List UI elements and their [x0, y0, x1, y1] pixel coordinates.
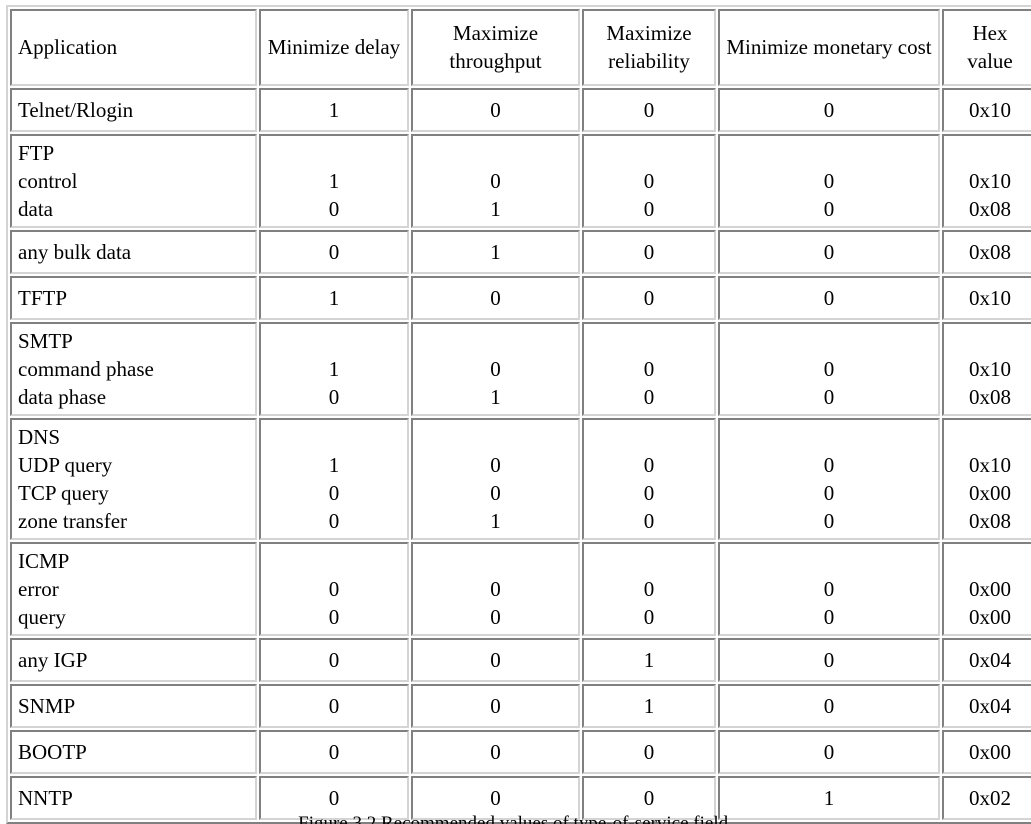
cell-maximize-reliability: 0 0: [582, 134, 716, 228]
column-header-maximize-throughput: Maximize throughput: [411, 9, 580, 86]
table-row: DNS UDP query TCP query zone transfer 1 0…: [10, 418, 1031, 540]
cell-maximize-reliability: 1: [582, 638, 716, 682]
cell-minimize-monetary-cost: 0: [718, 730, 940, 774]
cell-minimize-delay: 1 0: [259, 322, 409, 416]
cell-maximize-reliability: 1: [582, 684, 716, 728]
cell-minimize-delay: 0: [259, 230, 409, 274]
column-header-minimize-monetary-cost: Minimize monetary cost: [718, 9, 940, 86]
cell-minimize-monetary-cost: 0: [718, 684, 940, 728]
type-of-service-table: Application Minimize delay Maximize thro…: [6, 5, 1031, 824]
cell-maximize-throughput: 0 0 1: [411, 418, 580, 540]
table-row: SMTP command phase data phase 1 00 10 00 …: [10, 322, 1031, 416]
cell-maximize-reliability: 0: [582, 230, 716, 274]
cell-minimize-delay: 1: [259, 88, 409, 132]
cell-minimize-delay: 1 0: [259, 134, 409, 228]
cell-maximize-reliability: 0 0: [582, 322, 716, 416]
cell-maximize-reliability: 0 0: [582, 542, 716, 636]
cell-maximize-throughput: 0 0: [411, 542, 580, 636]
cell-maximize-reliability: 0: [582, 88, 716, 132]
column-header-application: Application: [10, 9, 257, 86]
cell-application: Telnet/Rlogin: [10, 88, 257, 132]
cell-minimize-delay: 0: [259, 638, 409, 682]
table-row: any bulk data 0 1 0 0 0x08: [10, 230, 1031, 274]
cell-application: DNS UDP query TCP query zone transfer: [10, 418, 257, 540]
cell-maximize-reliability: 0: [582, 276, 716, 320]
cell-maximize-throughput: 0: [411, 276, 580, 320]
cell-application: SMTP command phase data phase: [10, 322, 257, 416]
cell-hex-value: 0x00 0x00: [942, 542, 1031, 636]
cell-hex-value: 0x10 0x00 0x08: [942, 418, 1031, 540]
cell-hex-value: 0x10 0x08: [942, 134, 1031, 228]
cell-minimize-monetary-cost: 0 0 0: [718, 418, 940, 540]
cell-application: SNMP: [10, 684, 257, 728]
cell-hex-value: 0x04: [942, 684, 1031, 728]
table-row: TFTP 1 0 0 0 0x10: [10, 276, 1031, 320]
cell-hex-value: 0x04: [942, 638, 1031, 682]
table-row: ICMP error query 0 00 00 00 0 0x00 0x00: [10, 542, 1031, 636]
document-page: Application Minimize delay Maximize thro…: [0, 0, 1031, 824]
table-row: any IGP 0 0 1 0 0x04: [10, 638, 1031, 682]
table-body: Application Minimize delay Maximize thro…: [10, 9, 1031, 820]
cell-minimize-delay: 0: [259, 684, 409, 728]
cell-minimize-delay: 0: [259, 730, 409, 774]
cell-minimize-monetary-cost: 0 0: [718, 542, 940, 636]
cell-maximize-throughput: 0 1: [411, 322, 580, 416]
cell-maximize-throughput: 0: [411, 638, 580, 682]
cell-hex-value: 0x08: [942, 230, 1031, 274]
column-header-hex-value: Hex value: [942, 9, 1031, 86]
cell-minimize-monetary-cost: 0 0: [718, 322, 940, 416]
column-header-maximize-reliability: Maximize reliability: [582, 9, 716, 86]
cell-maximize-throughput: 0: [411, 684, 580, 728]
cell-application: any IGP: [10, 638, 257, 682]
table-row: BOOTP 0 0 0 0 0x00: [10, 730, 1031, 774]
cell-minimize-monetary-cost: 0: [718, 638, 940, 682]
cell-application: FTP control data: [10, 134, 257, 228]
table-row: Telnet/Rlogin 1 0 0 0 0x10: [10, 88, 1031, 132]
cell-maximize-reliability: 0 0 0: [582, 418, 716, 540]
column-header-minimize-delay: Minimize delay: [259, 9, 409, 86]
cell-minimize-monetary-cost: 0: [718, 276, 940, 320]
table-row: SNMP 0 0 1 0 0x04: [10, 684, 1031, 728]
table-row: FTP control data 1 00 10 00 0 0x10 0x08: [10, 134, 1031, 228]
cell-minimize-monetary-cost: 0 0: [718, 134, 940, 228]
cell-application: ICMP error query: [10, 542, 257, 636]
cell-minimize-delay: 0 0: [259, 542, 409, 636]
cell-maximize-throughput: 0: [411, 730, 580, 774]
cell-minimize-delay: 1: [259, 276, 409, 320]
cell-hex-value: 0x00: [942, 730, 1031, 774]
cell-application: any bulk data: [10, 230, 257, 274]
cell-minimize-delay: 1 0 0: [259, 418, 409, 540]
cell-minimize-monetary-cost: 0: [718, 230, 940, 274]
table-header-row: Application Minimize delay Maximize thro…: [10, 9, 1031, 86]
cell-maximize-throughput: 1: [411, 230, 580, 274]
cell-hex-value: 0x10: [942, 88, 1031, 132]
cell-application: TFTP: [10, 276, 257, 320]
figure-caption: Figure 3.2 Recommended values of type-of…: [298, 813, 733, 824]
cell-hex-value: 0x10 0x08: [942, 322, 1031, 416]
cell-maximize-throughput: 0 1: [411, 134, 580, 228]
cell-maximize-reliability: 0: [582, 730, 716, 774]
cell-maximize-throughput: 0: [411, 88, 580, 132]
cell-application: BOOTP: [10, 730, 257, 774]
cell-minimize-monetary-cost: 0: [718, 88, 940, 132]
cell-hex-value: 0x10: [942, 276, 1031, 320]
